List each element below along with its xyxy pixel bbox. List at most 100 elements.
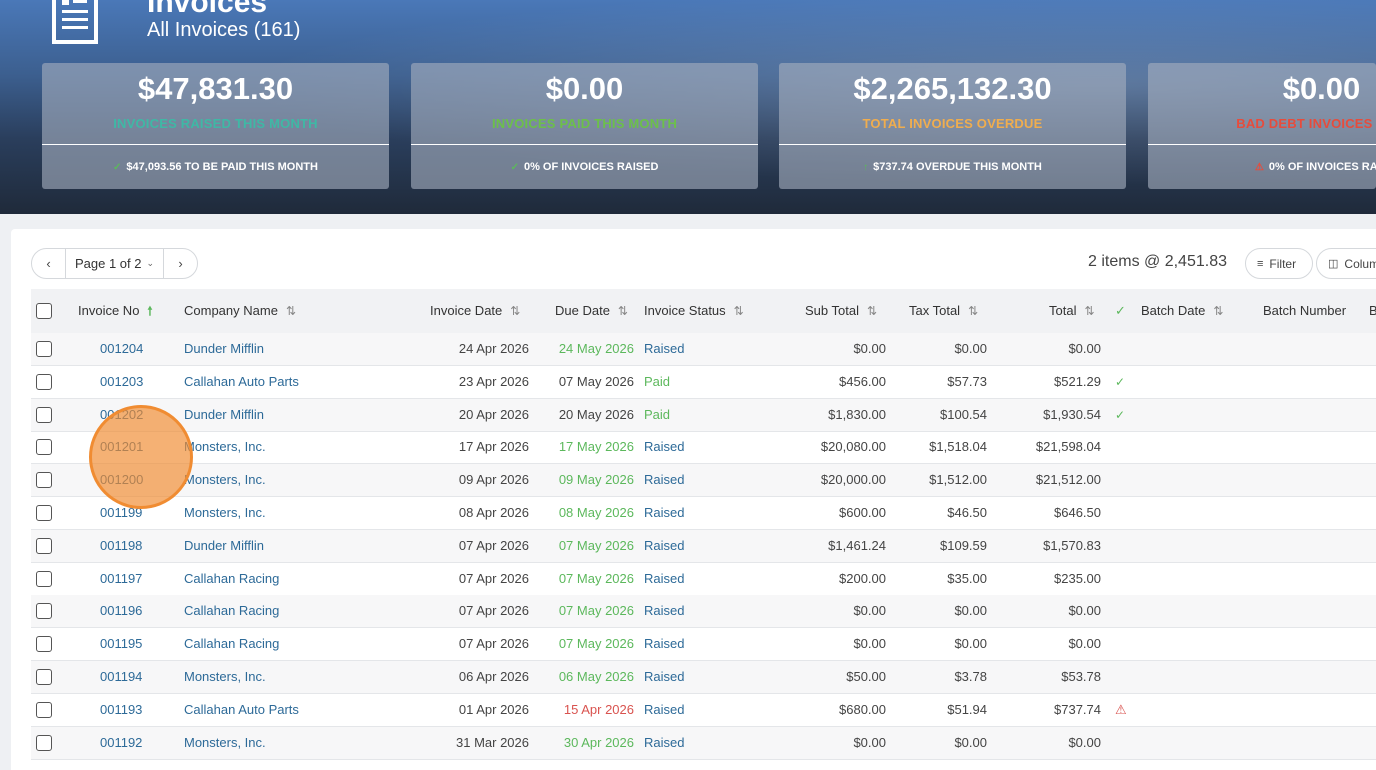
invoice-number-link[interactable]: 001195 — [100, 628, 142, 660]
card-label: BAD DEBT INVOICES THIS — [1236, 116, 1376, 131]
warning-icon: ⚠ — [1254, 162, 1264, 173]
sub-total: $0.00 — [853, 341, 886, 356]
col-label: Total — [1049, 303, 1077, 318]
row-checkbox[interactable] — [36, 341, 52, 357]
col-company-name[interactable]: Company Name ⇅ — [184, 289, 296, 333]
table-header: Invoice No 🠕 Company Name ⇅ Invoice Date ⇅ … — [31, 289, 1376, 333]
table-row[interactable]: 001199 Monsters, Inc. 08 Apr 2026 08 May… — [31, 497, 1376, 530]
company-name-link[interactable]: Dunder Mifflin — [184, 530, 264, 562]
company-name-link[interactable]: Callahan Racing — [184, 563, 279, 595]
row-checkbox[interactable] — [36, 537, 52, 554]
sub-total: $1,830.00 — [828, 406, 886, 422]
company-name-link[interactable]: Monsters, Inc. — [184, 497, 266, 529]
tax-total: $0.00 — [954, 636, 987, 652]
sub-total: $0.00 — [853, 734, 886, 750]
table-row[interactable]: 001197 Callahan Racing 07 Apr 2026 07 Ma… — [31, 563, 1376, 596]
due-date: 08 May 2026 — [558, 505, 634, 520]
col-total[interactable]: Total ⇅ — [1049, 289, 1095, 333]
card-paid-this-month[interactable]: $0.00 INVOICES PAID THIS MONTH ✓ 0% OF IN… — [411, 63, 758, 189]
col-batch-date[interactable]: Batch Date ⇅ — [1141, 289, 1223, 333]
filter-button[interactable]: ≡ Filter — [1245, 248, 1313, 279]
row-checkbox[interactable] — [36, 701, 52, 718]
company-name-link[interactable]: Monsters, Inc. — [184, 661, 266, 693]
invoice-status: Raised — [644, 472, 685, 488]
sub-total: $20,000.00 — [820, 472, 886, 488]
row-checkbox[interactable] — [36, 472, 52, 489]
row-checkbox[interactable] — [36, 636, 52, 653]
card-divider — [1148, 144, 1376, 145]
col-label: Due Date — [555, 303, 610, 318]
prev-page-button[interactable]: ‹ — [32, 249, 65, 278]
chevron-down-icon: ⌄ — [146, 258, 155, 268]
card-bad-debt[interactable]: $0.00 BAD DEBT INVOICES THIS ⚠ 0% OF INVO… — [1148, 63, 1376, 189]
card-label: TOTAL INVOICES OVERDUE — [862, 116, 1043, 131]
table-row[interactable]: 001202 Dunder Mifflin 20 Apr 2026 20 May… — [31, 398, 1376, 432]
total: $0.00 — [1068, 603, 1101, 619]
col-invoice-status[interactable]: Invoice Status ⇅ — [644, 289, 744, 333]
company-name-link[interactable]: Monsters, Inc. — [184, 431, 266, 463]
company-name-link[interactable]: Dunder Mifflin — [184, 399, 264, 431]
table-row[interactable]: 001195 Callahan Racing 07 Apr 2026 07 Ma… — [31, 628, 1376, 662]
card-total-overdue[interactable]: $2,265,132.30 TOTAL INVOICES OVERDUE ↑ $7… — [779, 63, 1126, 189]
table-row[interactable]: 001196 Callahan Racing 07 Apr 2026 07 Ma… — [31, 595, 1376, 629]
col-sub-total[interactable]: Sub Total ⇅ — [805, 289, 877, 333]
company-name-link[interactable]: Monsters, Inc. — [184, 727, 266, 759]
table-row[interactable]: 001201 Monsters, Inc. 17 Apr 2026 17 May… — [31, 431, 1376, 465]
invoice-number-link[interactable]: 001198 — [100, 530, 142, 562]
table-row[interactable]: 001193 Callahan Auto Parts 01 Apr 2026 1… — [31, 694, 1376, 727]
table-row[interactable]: 001204 Dunder Mifflin 24 Apr 2026 24 May… — [31, 333, 1376, 366]
col-tax-total[interactable]: Tax Total ⇅ — [909, 289, 978, 333]
row-checkbox[interactable] — [36, 505, 52, 521]
filter-icon: ≡ — [1257, 257, 1264, 270]
sub-total: $1,461.24 — [828, 537, 886, 553]
total: $646.50 — [1054, 505, 1101, 520]
col-extra[interactable]: B — [1369, 289, 1376, 333]
sort-icon: ⇅ — [733, 304, 744, 318]
table-row[interactable]: 001200 Monsters, Inc. 09 Apr 2026 09 May… — [31, 464, 1376, 498]
row-checkbox[interactable] — [36, 570, 52, 587]
card-footer-text: $737.74 OVERDUE THIS MONTH — [873, 161, 1042, 173]
page-label: Page 1 of 2 — [74, 256, 142, 271]
table-row[interactable]: 001192 Monsters, Inc. 31 Mar 2026 30 Apr… — [31, 726, 1376, 760]
invoice-number-link[interactable]: 001204 — [100, 333, 143, 365]
table-row[interactable]: 001198 Dunder Mifflin 07 Apr 2026 07 May… — [31, 529, 1376, 563]
sort-icon: ⇅ — [285, 304, 296, 318]
invoice-number-link[interactable]: 001192 — [100, 727, 142, 759]
row-checkbox[interactable] — [36, 406, 52, 423]
invoice-number-link[interactable]: 001194 — [100, 661, 142, 693]
company-name-link[interactable]: Monsters, Inc. — [184, 464, 266, 496]
invoice-number-link[interactable]: 001196 — [100, 595, 142, 627]
page-select[interactable]: Page 1 of 2 ⌄ — [65, 249, 164, 278]
invoice-number-link[interactable]: 001197 — [100, 563, 142, 595]
check-icon: ✓ — [113, 162, 122, 173]
card-raised-this-month[interactable]: $47,831.30 INVOICES RAISED THIS MONTH ✓ $… — [42, 63, 389, 189]
col-paid-check-icon[interactable]: ✓ — [1115, 289, 1126, 333]
row-checkbox[interactable] — [36, 603, 52, 620]
col-invoice-date[interactable]: Invoice Date ⇅ — [430, 289, 520, 333]
company-name-link[interactable]: Callahan Racing — [184, 628, 279, 660]
columns-button[interactable]: ◫ Colum — [1316, 248, 1376, 279]
invoice-number-link[interactable]: 001203 — [100, 366, 143, 398]
invoice-number-link[interactable]: 001193 — [100, 694, 142, 726]
table-row[interactable]: 001194 Monsters, Inc. 06 Apr 2026 06 May… — [31, 661, 1376, 694]
invoice-status: Raised — [644, 537, 685, 553]
select-all-checkbox[interactable] — [36, 303, 52, 319]
company-name-link[interactable]: Callahan Auto Parts — [184, 694, 299, 726]
col-due-date[interactable]: Due Date ⇅ — [555, 289, 628, 333]
next-page-button[interactable]: › — [164, 249, 197, 278]
company-name-link[interactable]: Dunder Mifflin — [184, 333, 264, 365]
table-row[interactable]: 001203 Callahan Auto Parts 23 Apr 2026 0… — [31, 366, 1376, 399]
row-checkbox[interactable] — [36, 373, 52, 390]
company-name-link[interactable]: Callahan Racing — [184, 595, 279, 627]
row-checkbox[interactable] — [36, 734, 52, 751]
total: $0.00 — [1068, 734, 1101, 750]
col-invoice-no[interactable]: Invoice No 🠕 — [78, 289, 153, 333]
arrow-up-icon: ↑ — [863, 162, 869, 173]
sub-total: $0.00 — [853, 603, 886, 619]
row-checkbox[interactable] — [36, 439, 52, 456]
row-checkbox[interactable] — [36, 669, 52, 685]
sort-icon: ⇅ — [1213, 304, 1224, 318]
paid-check-icon: ✓ — [1115, 407, 1126, 422]
company-name-link[interactable]: Callahan Auto Parts — [184, 366, 299, 398]
col-batch-number[interactable]: Batch Number — [1263, 289, 1346, 333]
